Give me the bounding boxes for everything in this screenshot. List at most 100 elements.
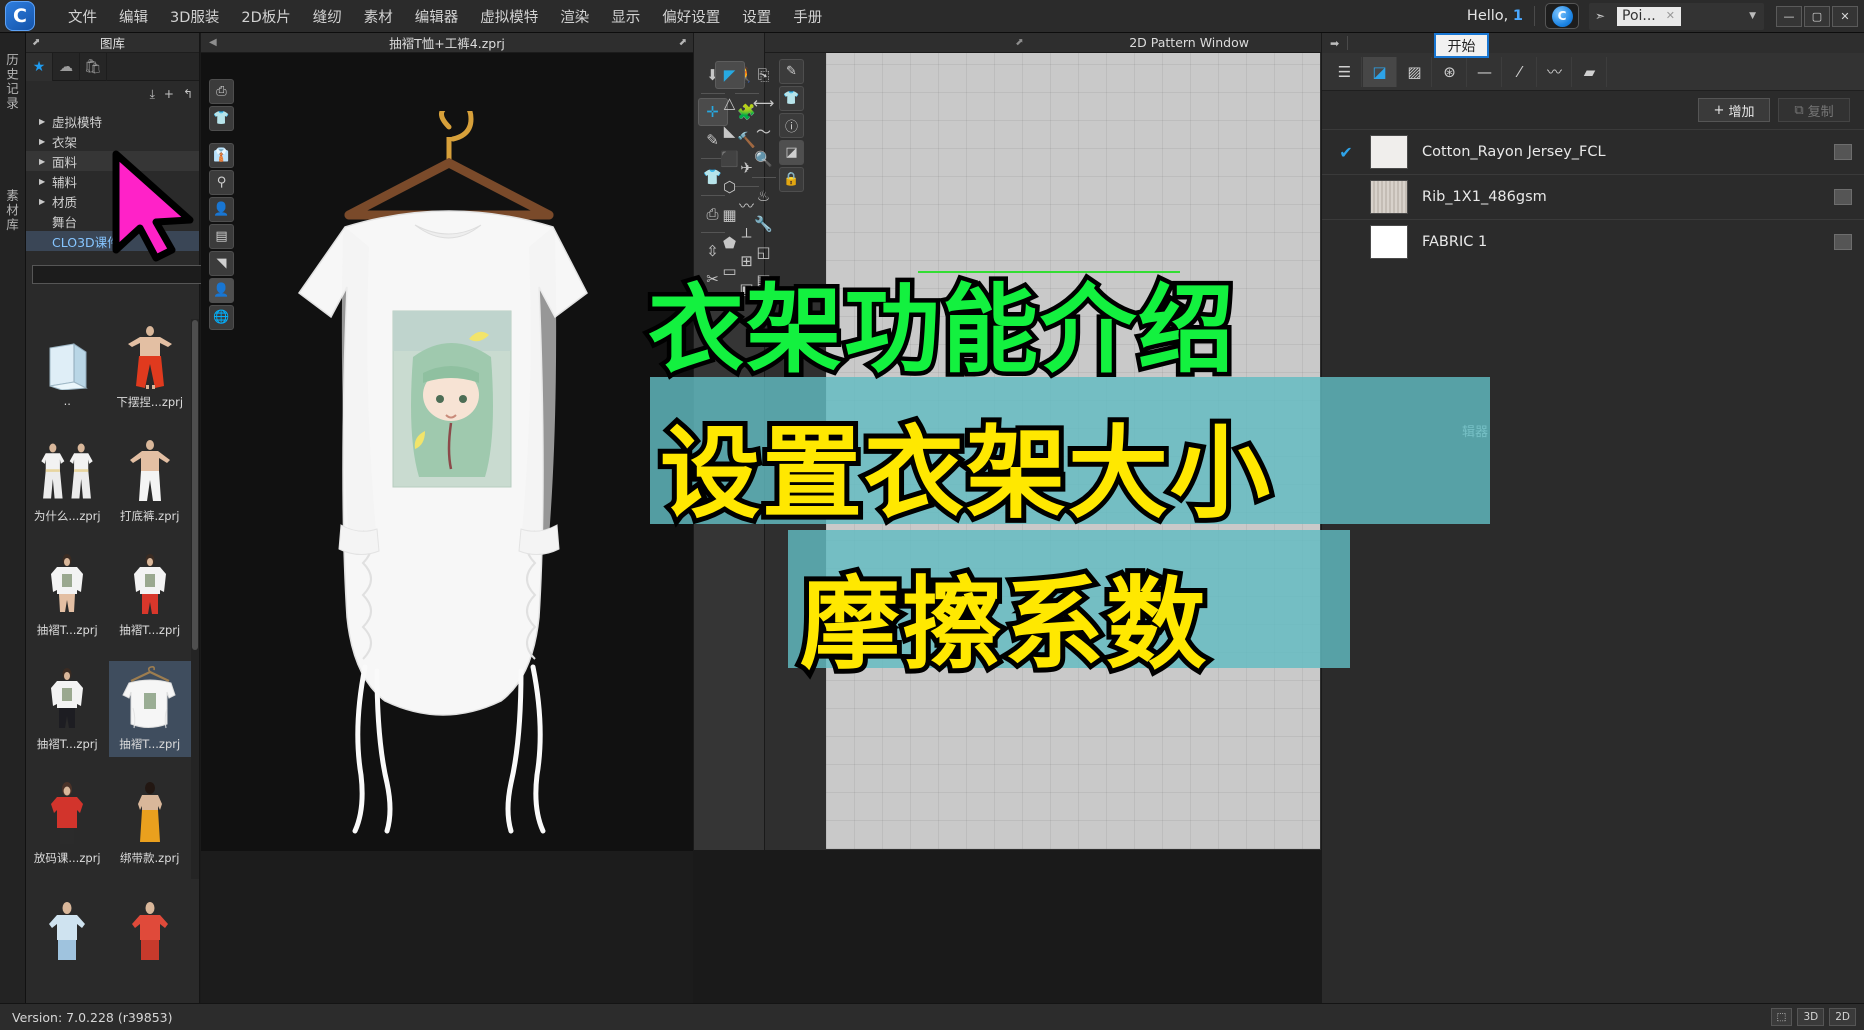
rp-icon-topstitch[interactable]: ⁄: [1503, 56, 1537, 87]
file-item-6[interactable]: 抽褶T...zprj: [26, 661, 109, 757]
status-chip-layout[interactable]: ⬚: [1770, 1008, 1793, 1026]
fabric-row-fabric-1[interactable]: FABRIC 1: [1322, 219, 1864, 264]
file-item-9[interactable]: 绑带款.zprj: [109, 775, 192, 871]
fabric-options-icon[interactable]: [1834, 234, 1852, 250]
tool-2d-select[interactable]: ◤: [714, 61, 745, 89]
tool-3d-pin[interactable]: ⚲: [209, 170, 234, 195]
check-icon[interactable]: ✔: [1336, 143, 1356, 162]
library-add-icon[interactable]: +: [164, 87, 174, 101]
file-item-3[interactable]: 打底裤.zprj: [109, 433, 192, 529]
rp-icon-button[interactable]: ⊛: [1433, 56, 1467, 87]
fabric-options-icon[interactable]: [1834, 144, 1852, 160]
popout-icon[interactable]: ⬈: [679, 37, 687, 48]
file-item-1[interactable]: 下摆捏...zprj: [109, 319, 192, 415]
edge-tab-material-library[interactable]: 素材库: [0, 181, 26, 241]
tool-3d-surface[interactable]: ▤: [209, 224, 234, 249]
library-back-icon[interactable]: ↰: [183, 87, 193, 101]
menu-editor[interactable]: 编辑器: [404, 1, 470, 32]
tool-2d-internal-line[interactable]: ▦: [715, 201, 745, 229]
tool-2d-polygon[interactable]: ⬛: [715, 145, 745, 173]
arrow-right-icon[interactable]: ➡: [1330, 37, 1339, 50]
tool-3d-skin[interactable]: 👤: [209, 278, 234, 303]
add-fabric-button[interactable]: + 增加: [1698, 98, 1770, 122]
library-tab-store[interactable]: 🛍: [80, 53, 107, 81]
tool-pattern-fabric[interactable]: ◪: [779, 140, 804, 165]
menu-preferences[interactable]: 偏好设置: [651, 1, 731, 32]
tool-3d-print[interactable]: ⎙: [209, 79, 234, 104]
close-button[interactable]: ✕: [1832, 5, 1858, 27]
rp-icon-zigzag[interactable]: 〰: [1538, 56, 1572, 87]
tool-pattern-show-garment[interactable]: 👕: [779, 86, 804, 111]
tool-pattern-pen[interactable]: ✎: [779, 59, 804, 84]
rp-icon-texture[interactable]: ▨: [1398, 56, 1432, 87]
status-chip-2d[interactable]: 2D: [1829, 1008, 1856, 1026]
rp-icon-line[interactable]: —: [1468, 56, 1502, 87]
tool-2d-measure[interactable]: ⟷: [749, 89, 779, 117]
tool-2d-edit-point[interactable]: △: [715, 89, 745, 117]
tool-2d-rectangle[interactable]: ⬡: [715, 173, 745, 201]
menu-sewing[interactable]: 缝纫: [302, 1, 353, 32]
tool-3d-garment-toggle[interactable]: 👔: [209, 143, 234, 168]
tool-2d-curve[interactable]: 〜: [749, 117, 779, 145]
tool-pattern-lock[interactable]: 🔒: [779, 167, 804, 192]
tool-2d-zoom[interactable]: 🔍: [749, 145, 779, 173]
tool-pattern-info[interactable]: ⓘ: [779, 113, 804, 138]
search-input[interactable]: [32, 265, 211, 284]
close-icon[interactable]: ✕: [1666, 9, 1675, 22]
tool-3d-environment[interactable]: 🌐: [209, 305, 234, 330]
rp-icon-list[interactable]: ☰: [1328, 56, 1362, 87]
tool-3d-avatar[interactable]: 👤: [209, 197, 234, 222]
maximize-button[interactable]: ▢: [1804, 5, 1830, 27]
tree-item-hanger[interactable]: ▶ 衣架: [26, 131, 199, 151]
library-tab-cloud[interactable]: ☁: [53, 53, 80, 81]
menu-display[interactable]: 显示: [600, 1, 651, 32]
popout-icon[interactable]: ⬈: [32, 37, 40, 48]
tool-2d-settings[interactable]: 🔧: [749, 210, 779, 238]
file-item-4[interactable]: 抽褶T...zprj: [26, 547, 109, 643]
viewport-3d-canvas[interactable]: ⎙ 👕 👔 ⚲ 👤 ▤ ◥ 👤 🌐: [201, 53, 693, 850]
poi-selector[interactable]: ➣ Poi... ✕ ▼: [1589, 2, 1764, 30]
tree-item-avatar[interactable]: ▶ 虚拟模特: [26, 111, 199, 131]
library-scrollbar[interactable]: [191, 319, 199, 879]
fabric-row-rib-1x1-486gsm[interactable]: Rib_1X1_486gsm: [1322, 174, 1864, 219]
menu-edit[interactable]: 编辑: [108, 1, 159, 32]
library-tab-favorites[interactable]: ★: [26, 53, 53, 81]
menu-material[interactable]: 素材: [353, 1, 404, 32]
file-item-5[interactable]: 抽褶T...zprj: [109, 547, 192, 643]
poi-chip[interactable]: Poi... ✕: [1617, 6, 1681, 26]
chevron-right-icon: ▶: [39, 156, 46, 166]
edge-tab-history[interactable]: 历史记录: [0, 45, 26, 119]
file-parent-folder[interactable]: ..: [26, 319, 109, 415]
file-item-10[interactable]: [26, 889, 109, 985]
menu-2d-pattern[interactable]: 2D板片: [230, 1, 301, 32]
tool-3d-garment-show[interactable]: 👕: [209, 106, 234, 131]
cloud-button[interactable]: C: [1545, 3, 1579, 29]
collapse-arrow-icon[interactable]: ◀: [209, 37, 217, 48]
file-item-2[interactable]: 为什么...zprj: [26, 433, 109, 529]
fabric-options-icon[interactable]: [1834, 189, 1852, 205]
rp-icon-fabric[interactable]: ◪: [1363, 56, 1397, 87]
status-chip-3d[interactable]: 3D: [1797, 1008, 1825, 1026]
tool-2d-iron[interactable]: ♨: [749, 182, 779, 210]
library-download-icon[interactable]: ⤓: [150, 87, 155, 102]
chevron-down-icon[interactable]: ▼: [1749, 11, 1758, 21]
popout-icon[interactable]: ⬈: [1015, 37, 1023, 48]
tool-3d-shade[interactable]: ◥: [209, 251, 234, 276]
menu-render[interactable]: 渲染: [549, 1, 600, 32]
menu-avatar[interactable]: 虚拟模特: [469, 1, 549, 32]
menu-settings[interactable]: 设置: [731, 1, 782, 32]
duplicate-fabric-button[interactable]: ⧉ 复制: [1778, 98, 1850, 122]
menu-manual[interactable]: 手册: [782, 1, 833, 32]
start-popup-button[interactable]: 开始: [1434, 33, 1489, 58]
menu-3d-garment[interactable]: 3D服装: [159, 1, 230, 32]
file-item-8[interactable]: 放码课...zprj: [26, 775, 109, 871]
rp-icon-trim[interactable]: ▰: [1573, 56, 1607, 87]
file-item-11[interactable]: [109, 889, 192, 985]
menu-file[interactable]: 文件: [57, 1, 108, 32]
file-item-7[interactable]: 抽褶T...zprj: [108, 661, 191, 757]
tool-2d-edit-curve[interactable]: ◣: [715, 117, 745, 145]
tree-item-label: 辅料: [52, 174, 78, 190]
fabric-row-cotton-rayon-jersey[interactable]: ✔ Cotton_Rayon Jersey_FCL: [1322, 129, 1864, 174]
minimize-button[interactable]: —: [1776, 5, 1802, 27]
tool-2d-copy[interactable]: ⎘: [749, 61, 779, 89]
